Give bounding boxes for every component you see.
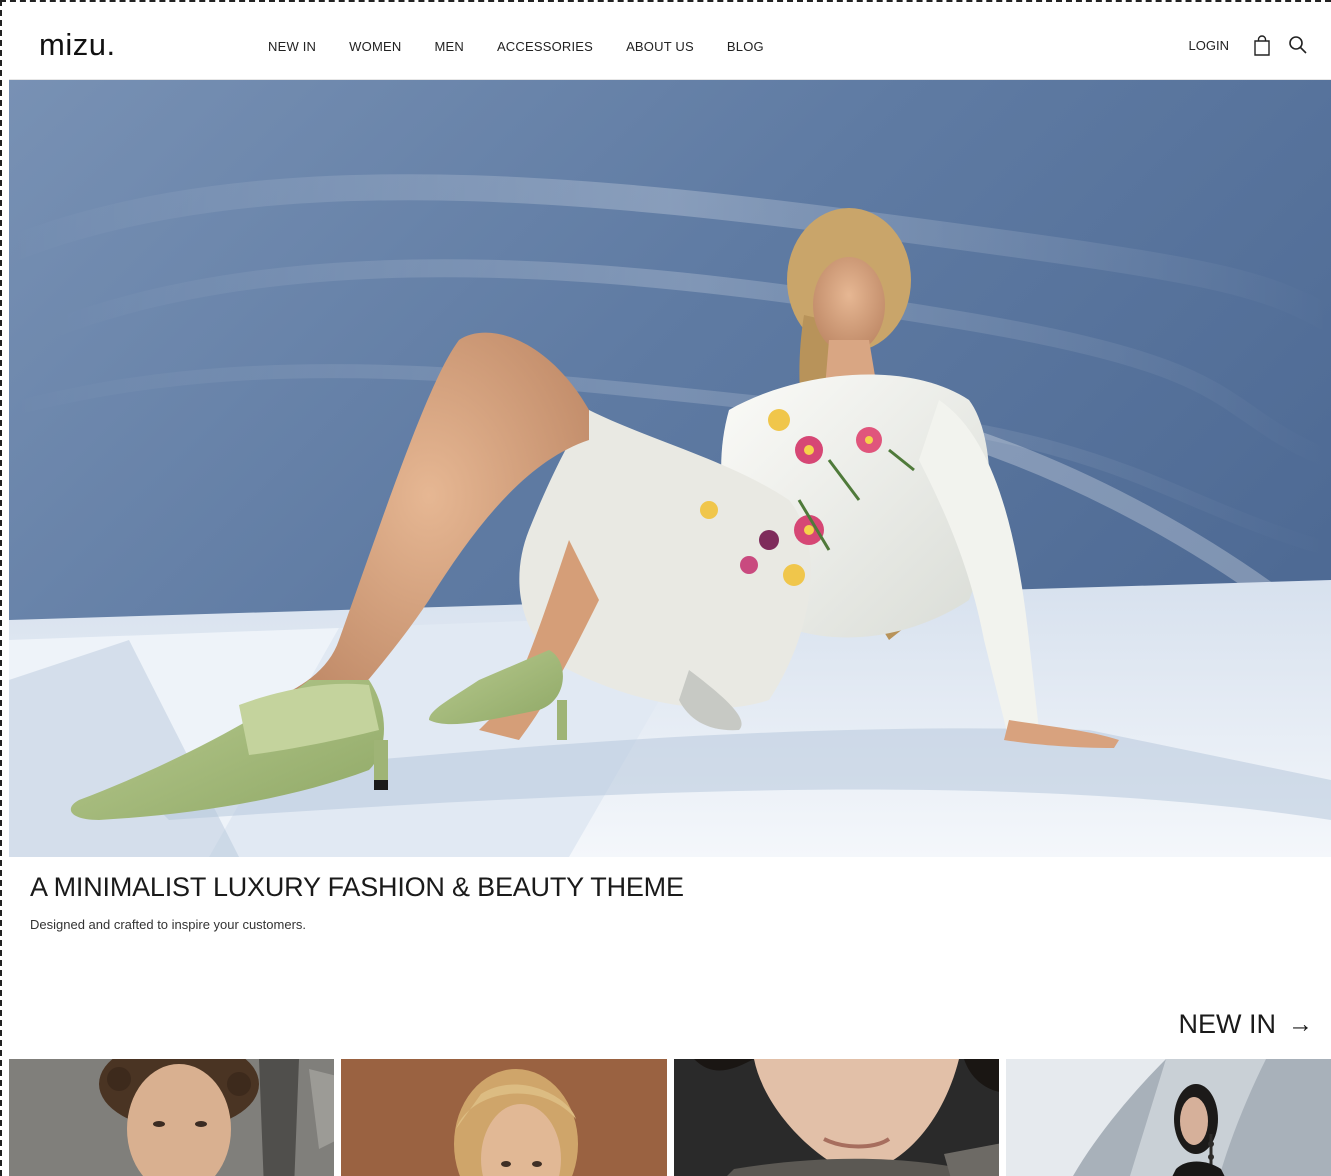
product-card-4[interactable] [1005, 1059, 1331, 1176]
product-image-man-face-close-up [673, 1059, 999, 1176]
product-card-2[interactable] [341, 1059, 667, 1176]
hero-subtitle: Designed and crafted to inspire your cus… [30, 917, 307, 932]
hero-image [9, 80, 1331, 857]
hero-banner[interactable] [9, 80, 1331, 857]
product-card-1[interactable] [9, 1059, 335, 1176]
new-in-products [9, 1059, 1331, 1176]
hero-title: A MINIMALIST LUXURY FASHION & BEAUTY THE… [30, 872, 684, 902]
product-image-curly-haired-man [9, 1059, 335, 1176]
logo[interactable]: mizu. [39, 27, 116, 63]
nav-item-men[interactable]: MEN [434, 39, 464, 54]
product-image-blonde-woman [341, 1059, 667, 1176]
nav-item-women[interactable]: WOMEN [349, 39, 401, 54]
header-tools: LOGIN [1189, 33, 1309, 57]
site-header: mizu. NEW IN WOMEN MEN ACCESSORIES ABOUT… [9, 13, 1331, 80]
main-nav: NEW IN WOMEN MEN ACCESSORIES ABOUT US BL… [268, 39, 797, 54]
shopping-bag-icon[interactable] [1251, 33, 1273, 57]
product-image-woman-with-earrings [1005, 1059, 1331, 1176]
login-link[interactable]: LOGIN [1189, 38, 1229, 53]
new-in-label: NEW IN [1178, 1009, 1277, 1039]
nav-item-blog[interactable]: BLOG [727, 39, 764, 54]
product-card-3[interactable] [673, 1059, 999, 1176]
nav-item-new-in[interactable]: NEW IN [268, 39, 316, 54]
page: mizu. NEW IN WOMEN MEN ACCESSORIES ABOUT… [9, 13, 1331, 1176]
new-in-link[interactable]: NEW IN → [1179, 1009, 1314, 1040]
search-icon[interactable] [1287, 33, 1309, 57]
arrow-right-icon: → [1288, 1010, 1313, 1038]
nav-item-accessories[interactable]: ACCESSORIES [497, 39, 593, 54]
nav-item-about-us[interactable]: ABOUT US [626, 39, 694, 54]
